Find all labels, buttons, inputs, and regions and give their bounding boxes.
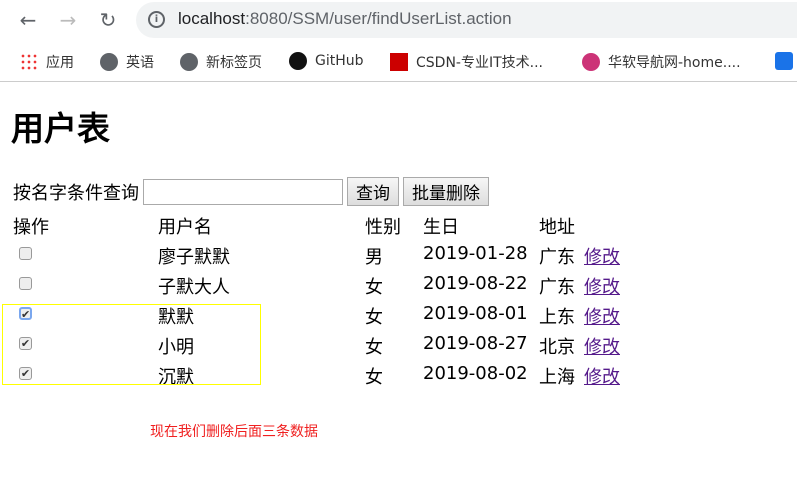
reload-icon[interactable]: ↻ bbox=[96, 8, 120, 32]
row-checkbox[interactable] bbox=[19, 247, 32, 260]
bookmark-newtab[interactable]: 新标签页 bbox=[180, 52, 262, 72]
annotation-text: 现在我们删除后面三条数据 bbox=[150, 424, 318, 440]
globe-icon bbox=[100, 53, 118, 71]
cell-address: 广东 bbox=[539, 247, 575, 268]
highlight-box bbox=[2, 304, 261, 385]
search-form: 按名字条件查询 查询 批量删除 bbox=[13, 177, 493, 206]
bookmark-label: CSDN-专业IT技术... bbox=[416, 55, 543, 71]
cell-birthday: 2019-01-28 bbox=[423, 243, 528, 264]
bookmark-english[interactable]: 英语 bbox=[100, 52, 154, 72]
cell-gender: 男 bbox=[365, 247, 383, 268]
globe-icon bbox=[180, 53, 198, 71]
header-username: 用户名 bbox=[158, 217, 212, 238]
cell-address: 广东 bbox=[539, 277, 575, 298]
cell-address: 北京 bbox=[539, 337, 575, 358]
bookmark-csdn[interactable]: CSDN-专业IT技术... bbox=[390, 52, 543, 72]
github-icon bbox=[289, 52, 307, 70]
bookmark-label: 应用 bbox=[46, 55, 74, 71]
bookmarks-bar: 应用 英语 新标签页 GitHub CSDN-专业IT技术... 华软导航网-h… bbox=[0, 41, 797, 82]
bookmark-label: 英语 bbox=[126, 55, 154, 71]
edit-link[interactable]: 修改 bbox=[584, 273, 620, 299]
huaruan-icon bbox=[582, 53, 600, 71]
bookmark-huaruan[interactable]: 华软导航网-home.... bbox=[582, 52, 741, 72]
cell-gender: 女 bbox=[365, 337, 383, 358]
apps-grid-icon bbox=[20, 53, 38, 71]
header-action: 操作 bbox=[13, 217, 49, 238]
header-birthday: 生日 bbox=[423, 217, 459, 238]
address-bar[interactable]: i localhost:8080/SSM/user/findUserList.a… bbox=[136, 2, 797, 38]
bookmark-label: 新标签页 bbox=[206, 55, 262, 71]
cell-username: 廖子默默 bbox=[158, 247, 230, 268]
search-label: 按名字条件查询 bbox=[13, 182, 139, 204]
info-icon[interactable]: i bbox=[148, 11, 165, 28]
cell-gender: 女 bbox=[365, 367, 383, 388]
cell-gender: 女 bbox=[365, 307, 383, 328]
bookmark-label: 华软导航网-home.... bbox=[608, 55, 741, 71]
page-title: 用户表 bbox=[11, 109, 110, 148]
edit-link[interactable]: 修改 bbox=[584, 333, 620, 359]
query-button[interactable]: 查询 bbox=[347, 177, 399, 206]
url-text: localhost:8080/SSM/user/findUserList.act… bbox=[178, 9, 512, 28]
cell-birthday: 2019-08-22 bbox=[423, 273, 528, 294]
csdn-icon bbox=[390, 53, 408, 71]
batch-delete-button[interactable]: 批量删除 bbox=[403, 177, 489, 206]
cell-birthday: 2019-08-02 bbox=[423, 363, 528, 384]
bookmark-apps[interactable]: 应用 bbox=[20, 52, 74, 72]
cell-gender: 女 bbox=[365, 277, 383, 298]
row-checkbox[interactable] bbox=[19, 277, 32, 290]
bookmark-label: GitHub bbox=[315, 53, 364, 69]
edit-link[interactable]: 修改 bbox=[584, 243, 620, 269]
bookmark-flag[interactable] bbox=[775, 52, 793, 70]
edit-link[interactable]: 修改 bbox=[584, 363, 620, 389]
cell-username: 子默大人 bbox=[158, 277, 230, 298]
back-icon[interactable]: ← bbox=[16, 8, 40, 32]
edit-link[interactable]: 修改 bbox=[584, 303, 620, 329]
cell-address: 上海 bbox=[539, 367, 575, 388]
cell-address: 上东 bbox=[539, 307, 575, 328]
flag-icon bbox=[775, 52, 793, 70]
browser-toolbar: ← → ↻ i localhost:8080/SSM/user/findUser… bbox=[0, 0, 797, 41]
header-gender: 性别 bbox=[365, 217, 401, 238]
cell-birthday: 2019-08-01 bbox=[423, 303, 528, 324]
cell-birthday: 2019-08-27 bbox=[423, 333, 528, 354]
bookmark-github[interactable]: GitHub bbox=[289, 52, 364, 70]
header-address: 地址 bbox=[539, 217, 575, 238]
name-search-input[interactable] bbox=[143, 178, 343, 205]
forward-icon[interactable]: → bbox=[56, 8, 80, 32]
